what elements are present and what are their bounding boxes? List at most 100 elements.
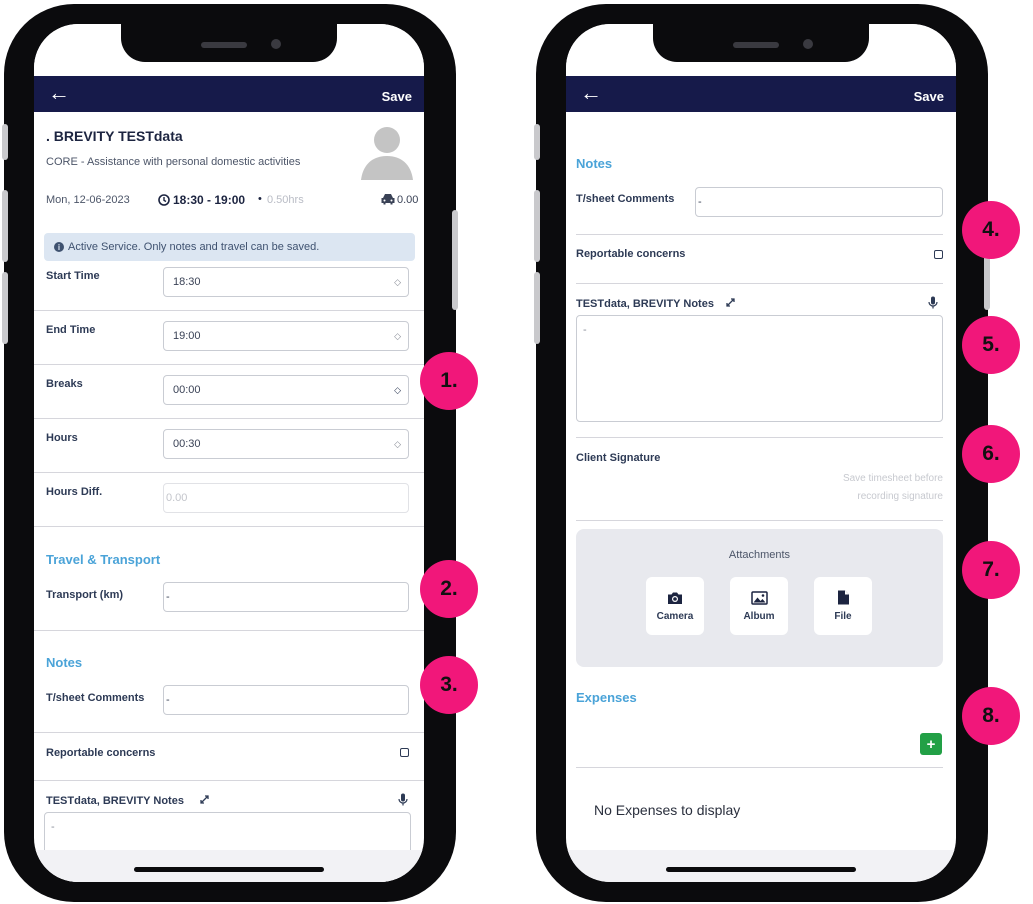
back-arrow-icon[interactable]: ← xyxy=(48,82,70,104)
album-button[interactable]: Album xyxy=(730,577,788,635)
callout-badge-7: 7. xyxy=(962,541,1020,599)
screen: ← Save Notes T/sheet Comments - Reportab… xyxy=(566,24,956,882)
phone-right: ← Save Notes T/sheet Comments - Reportab… xyxy=(534,4,990,902)
notch xyxy=(121,24,337,62)
reportable-concerns-label: Reportable concerns xyxy=(46,747,156,759)
file-label: File xyxy=(834,611,852,622)
travel-value: 0.00 xyxy=(397,194,419,206)
attachments-panel: Attachments Camera Album File xyxy=(576,529,943,667)
client-name: . BREVITY TESTdata xyxy=(46,128,183,144)
end-time-label: End Time xyxy=(46,324,96,336)
save-button[interactable]: Save xyxy=(382,89,412,104)
shift-time-range: 18:30 - 19:00 xyxy=(173,193,246,207)
divider xyxy=(34,630,424,631)
album-label: Album xyxy=(743,610,775,622)
back-arrow-icon[interactable]: ← xyxy=(580,82,602,104)
client-notes-value: - xyxy=(51,821,55,833)
reportable-concerns-checkbox[interactable] xyxy=(400,748,409,757)
camera-button[interactable]: Camera xyxy=(646,577,704,635)
divider xyxy=(34,472,424,473)
callout-badge-4: 4. xyxy=(962,201,1020,259)
travel-section-title: Travel & Transport xyxy=(46,552,161,567)
transport-input[interactable]: - xyxy=(163,582,409,612)
tsheet-comments-label: T/sheet Comments xyxy=(576,193,675,205)
divider xyxy=(34,310,424,311)
top-navbar: ← Save xyxy=(34,76,424,112)
volume-up-button xyxy=(534,190,540,262)
end-time-input[interactable]: 19:00 ◇ xyxy=(163,321,409,351)
client-notes-label: TESTdata, BREVITY Notes xyxy=(576,298,714,310)
divider xyxy=(576,283,943,284)
power-button xyxy=(452,210,458,310)
bottom-strip xyxy=(34,850,424,882)
tsheet-comments-label: T/sheet Comments xyxy=(46,692,145,704)
active-service-alert: i Active Service. Only notes and travel … xyxy=(44,233,415,261)
start-time-input[interactable]: 18:30 ◇ xyxy=(163,267,409,297)
alert-text: Active Service. Only notes and travel ca… xyxy=(68,241,320,253)
callout-badge-6: 6. xyxy=(962,425,1020,483)
add-expense-button[interactable]: + xyxy=(920,733,942,755)
hours-input[interactable]: 00:30 ◇ xyxy=(163,429,409,459)
attachments-title: Attachments xyxy=(728,549,791,561)
save-button[interactable]: Save xyxy=(914,89,944,104)
divider xyxy=(576,520,943,521)
file-icon xyxy=(837,590,849,605)
breaks-input[interactable]: 00:00 ◇ xyxy=(163,375,409,405)
hours-diff-label: Hours Diff. xyxy=(46,486,103,498)
expenses-section-title: Expenses xyxy=(576,690,637,705)
top-navbar: ← Save xyxy=(566,76,956,112)
signature-hint-line-1: Save timesheet before xyxy=(842,473,943,484)
client-signature-label: Client Signature xyxy=(576,452,661,464)
signature-hint-line-2: recording signature xyxy=(857,491,943,502)
tsheet-comments-input[interactable]: - xyxy=(695,187,943,217)
avatar xyxy=(359,122,415,185)
divider xyxy=(34,418,424,419)
stage: ← Save . BREVITY TESTdata CORE - Assista… xyxy=(0,0,1033,904)
expand-icon[interactable] xyxy=(725,295,736,313)
shift-hours: 0.50hrs xyxy=(267,194,304,206)
service-description: CORE - Assistance with personal domestic… xyxy=(46,156,301,168)
callout-badge-1: 1. xyxy=(420,352,478,410)
divider xyxy=(34,526,424,527)
microphone-icon[interactable] xyxy=(398,793,408,811)
notch xyxy=(653,24,869,62)
divider xyxy=(576,767,943,768)
camera-icon xyxy=(668,592,682,604)
transport-label: Transport (km) xyxy=(46,589,124,601)
hours-diff-input: 0.00 xyxy=(163,483,409,513)
start-time-label: Start Time xyxy=(46,270,100,282)
file-button[interactable]: File xyxy=(814,577,872,635)
volume-up-button xyxy=(2,190,8,262)
mute-switch xyxy=(534,124,540,160)
signature-hint: Save timesheet before recording signatur… xyxy=(843,470,943,506)
microphone-icon[interactable] xyxy=(928,296,938,314)
divider xyxy=(34,732,424,733)
reportable-concerns-label: Reportable concerns xyxy=(576,248,686,260)
reportable-concerns-checkbox[interactable] xyxy=(934,250,943,259)
client-notes-label: TESTdata, BREVITY Notes xyxy=(46,795,184,807)
volume-down-button xyxy=(534,272,540,344)
client-notes-value: - xyxy=(583,324,587,336)
volume-down-button xyxy=(2,272,8,344)
shift-date: Mon, 12-06-2023 xyxy=(46,194,130,206)
divider xyxy=(576,437,943,438)
callout-badge-5: 5. xyxy=(962,316,1020,374)
tsheet-comments-input[interactable]: - xyxy=(163,685,409,715)
expand-icon[interactable] xyxy=(199,792,210,810)
mute-switch xyxy=(2,124,8,160)
timesheet-form: . BREVITY TESTdata CORE - Assistance wit… xyxy=(34,112,424,882)
separator-dot: • xyxy=(258,193,262,205)
callout-badge-3: 3. xyxy=(420,656,478,714)
notes-section-title: Notes xyxy=(46,655,83,670)
image-icon xyxy=(750,590,768,605)
clock-icon xyxy=(158,193,170,211)
breaks-label: Breaks xyxy=(46,378,83,390)
client-notes-textarea[interactable]: - xyxy=(576,315,943,422)
notes-section-title: Notes xyxy=(576,156,613,171)
timesheet-form-scrolled: Notes T/sheet Comments - Reportable conc… xyxy=(566,112,956,882)
divider xyxy=(34,364,424,365)
callout-badge-2: 2. xyxy=(420,560,478,618)
divider xyxy=(34,780,424,781)
home-indicator xyxy=(666,867,856,872)
divider xyxy=(576,234,943,235)
